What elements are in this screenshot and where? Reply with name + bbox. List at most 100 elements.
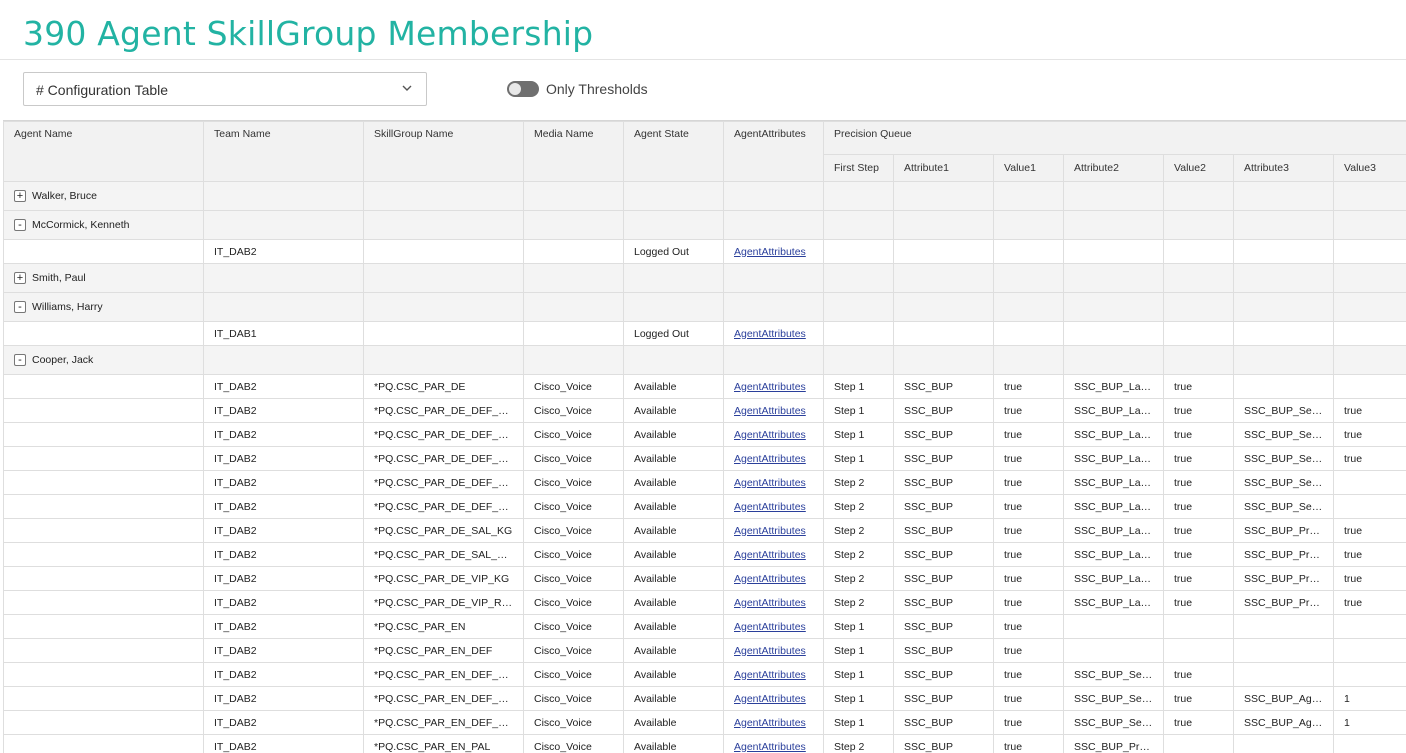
toggle-track[interactable]	[507, 81, 539, 97]
table-row: IT_DAB2*PQ.CSC_PAR_DE_VIP_RGRCisco_Voice…	[4, 591, 1406, 615]
header-agent-name[interactable]: Agent Name	[4, 122, 204, 182]
cell-value1: true	[994, 639, 1064, 663]
agent-group-row: + Smith, Paul	[4, 264, 1406, 293]
cell-agent-attributes: AgentAttributes	[724, 240, 824, 264]
agent-attributes-link[interactable]: AgentAttributes	[734, 717, 806, 729]
header-team-name[interactable]: Team Name	[204, 122, 364, 182]
agent-attributes-link[interactable]: AgentAttributes	[734, 693, 806, 705]
cell-attribute2: SSC_BUP_Langu...	[1064, 567, 1164, 591]
table-row: IT_DAB1Logged OutAgentAttributes	[4, 322, 1406, 346]
cell-attribute3	[1234, 375, 1334, 399]
header-attribute3[interactable]: Attribute3	[1234, 155, 1334, 182]
cell-media-name: Cisco_Voice	[524, 687, 624, 711]
agent-attributes-link[interactable]: AgentAttributes	[734, 405, 806, 417]
cell-attribute1: SSC_BUP	[894, 567, 994, 591]
cell-agent-attributes: AgentAttributes	[724, 615, 824, 639]
cell-media-name: Cisco_Voice	[524, 471, 624, 495]
cell-attribute1: SSC_BUP	[894, 615, 994, 639]
cell-skillgroup-name	[364, 322, 524, 346]
cell-attribute1: SSC_BUP	[894, 471, 994, 495]
cell-media-name	[524, 322, 624, 346]
empty-cell	[1164, 211, 1234, 240]
agent-group-cell: -Williams, Harry	[4, 293, 204, 322]
header-skillgroup-name[interactable]: SkillGroup Name	[364, 122, 524, 182]
empty-cell	[624, 264, 724, 293]
agent-name-label: Smith, Paul	[32, 272, 86, 284]
cell-media-name: Cisco_Voice	[524, 663, 624, 687]
header-attribute1[interactable]: Attribute1	[894, 155, 994, 182]
cell-value2: true	[1164, 399, 1234, 423]
empty-cell	[524, 293, 624, 322]
table-row: IT_DAB2*PQ.CSC_PAR_EN_DEF_DAB...Cisco_Vo…	[4, 711, 1406, 735]
cell-first-step: Step 2	[824, 471, 894, 495]
cell-agent-attributes: AgentAttributes	[724, 495, 824, 519]
empty-cell	[724, 293, 824, 322]
header-agent-attributes[interactable]: AgentAttributes	[724, 122, 824, 182]
table-row: IT_DAB2*PQ.CSC_PAR_DE_DEF_RGRCisco_Voice…	[4, 495, 1406, 519]
agent-attributes-link[interactable]: AgentAttributes	[734, 741, 806, 753]
empty-cell	[1164, 293, 1234, 322]
cell-first-step: Step 1	[824, 375, 894, 399]
header-attribute2[interactable]: Attribute2	[1064, 155, 1164, 182]
cell-first-step: Step 1	[824, 639, 894, 663]
cell-first-step: Step 2	[824, 519, 894, 543]
cell-media-name: Cisco_Voice	[524, 591, 624, 615]
cell-media-name: Cisco_Voice	[524, 495, 624, 519]
agent-attributes-link[interactable]: AgentAttributes	[734, 549, 806, 561]
empty-cell	[1334, 264, 1406, 293]
agent-attributes-link[interactable]: AgentAttributes	[734, 621, 806, 633]
empty-cell	[1164, 346, 1234, 375]
agent-attributes-link[interactable]: AgentAttributes	[734, 477, 806, 489]
cell-attribute1: SSC_BUP	[894, 423, 994, 447]
header-value3[interactable]: Value3	[1334, 155, 1406, 182]
agent-name-label: Walker, Bruce	[32, 190, 97, 202]
cell-attribute2: SSC_BUP_Langu...	[1064, 375, 1164, 399]
agent-attributes-link[interactable]: AgentAttributes	[734, 453, 806, 465]
cell-agent-state: Available	[624, 591, 724, 615]
cell-value3	[1334, 375, 1406, 399]
cell-agent-attributes: AgentAttributes	[724, 519, 824, 543]
header-value2[interactable]: Value2	[1164, 155, 1234, 182]
cell-agent-attributes: AgentAttributes	[724, 471, 824, 495]
empty-cell	[1234, 264, 1334, 293]
cell-attribute2	[1064, 322, 1164, 346]
agent-group-row: -Williams, Harry	[4, 293, 1406, 322]
agent-attributes-link[interactable]: AgentAttributes	[734, 501, 806, 513]
cell-agent-state: Available	[624, 399, 724, 423]
membership-table-container[interactable]: Agent Name Team Name SkillGroup Name Med…	[3, 120, 1406, 753]
cell-team-name: IT_DAB2	[204, 687, 364, 711]
agent-attributes-link[interactable]: AgentAttributes	[734, 525, 806, 537]
agent-attributes-link[interactable]: AgentAttributes	[734, 669, 806, 681]
agent-attributes-link[interactable]: AgentAttributes	[734, 381, 806, 393]
expand-icon[interactable]: +	[14, 272, 26, 284]
collapse-icon[interactable]: -	[14, 301, 26, 313]
agent-attributes-link[interactable]: AgentAttributes	[734, 645, 806, 657]
cell-agent-attributes: AgentAttributes	[724, 663, 824, 687]
expand-icon[interactable]: +	[14, 190, 26, 202]
agent-attributes-link[interactable]: AgentAttributes	[734, 429, 806, 441]
agent-attributes-link[interactable]: AgentAttributes	[734, 597, 806, 609]
collapse-icon[interactable]: -	[14, 354, 26, 366]
cell-team-name: IT_DAB2	[204, 663, 364, 687]
header-value1[interactable]: Value1	[994, 155, 1064, 182]
cell-agent-state: Available	[624, 735, 724, 753]
agent-group-row: -McCormick, Kenneth	[4, 211, 1406, 240]
cell-team-name: IT_DAB2	[204, 615, 364, 639]
cell-value1	[994, 240, 1064, 264]
header-media-name[interactable]: Media Name	[524, 122, 624, 182]
header-first-step[interactable]: First Step	[824, 155, 894, 182]
cell-attribute1: SSC_BUP	[894, 375, 994, 399]
cell-first-step	[824, 240, 894, 264]
cell-media-name: Cisco_Voice	[524, 543, 624, 567]
agent-attributes-link[interactable]: AgentAttributes	[734, 573, 806, 585]
cell-agent-state: Available	[624, 687, 724, 711]
agent-attributes-link[interactable]: AgentAttributes	[734, 246, 806, 258]
cell-value3: true	[1334, 591, 1406, 615]
agent-attributes-link[interactable]: AgentAttributes	[734, 328, 806, 340]
cell-first-step: Step 1	[824, 711, 894, 735]
cell-team-name: IT_DAB2	[204, 375, 364, 399]
header-agent-state[interactable]: Agent State	[624, 122, 724, 182]
view-select-dropdown[interactable]: # Configuration Table	[23, 72, 427, 106]
cell-agent-name	[4, 591, 204, 615]
collapse-icon[interactable]: -	[14, 219, 26, 231]
